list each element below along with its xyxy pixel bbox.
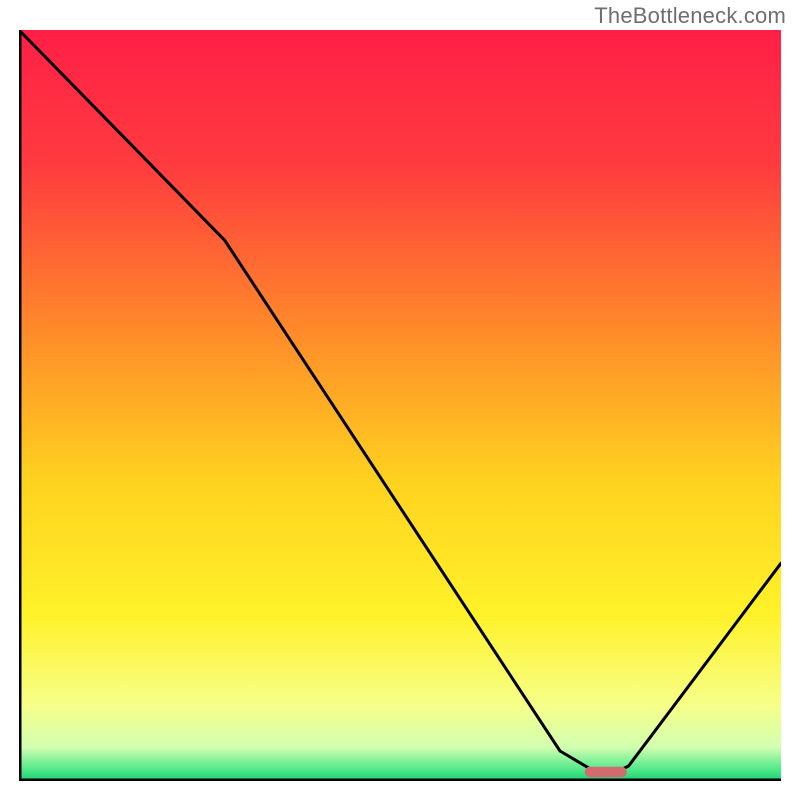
bottleneck-chart <box>19 30 781 781</box>
watermark-text: TheBottleneck.com <box>594 3 786 29</box>
optimal-marker <box>585 767 627 778</box>
chart-container <box>19 30 781 781</box>
chart-background <box>19 30 781 781</box>
